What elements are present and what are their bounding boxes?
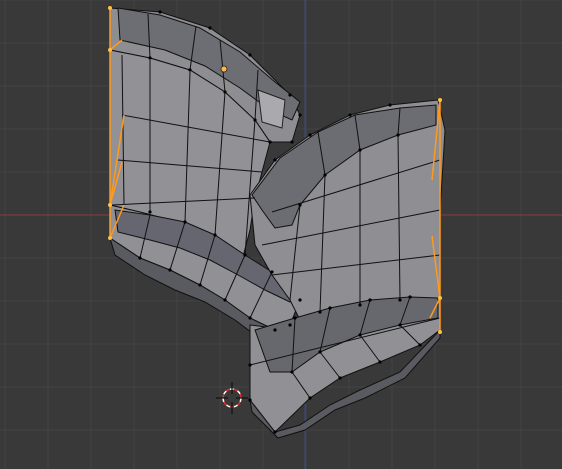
mesh-vertex[interactable] [290, 370, 294, 374]
selected-vertex[interactable] [108, 6, 112, 10]
mesh-vertex[interactable] [378, 360, 382, 364]
mesh-vertex[interactable] [213, 233, 217, 237]
mesh-vertex[interactable] [398, 323, 402, 327]
mesh-vertex[interactable] [248, 53, 252, 57]
mesh-vertex[interactable] [248, 363, 252, 367]
mesh-vertex[interactable] [288, 93, 292, 97]
mesh-vertex[interactable] [358, 333, 362, 337]
mesh-vertex[interactable] [268, 140, 272, 144]
mesh-vertex[interactable] [358, 148, 362, 152]
mesh-vertex[interactable] [293, 316, 297, 320]
mesh-vertex[interactable] [396, 133, 400, 137]
mesh-vertex[interactable] [308, 133, 312, 137]
mesh-vertex[interactable] [138, 256, 142, 260]
mesh-vertex[interactable] [418, 343, 422, 347]
mesh-vertex[interactable] [288, 323, 292, 327]
mesh-vertex[interactable] [273, 158, 277, 162]
mesh-vertex[interactable] [148, 56, 152, 60]
mesh-vertex[interactable] [358, 303, 362, 307]
object-origin-icon[interactable] [220, 65, 228, 73]
mesh-vertex[interactable] [318, 310, 322, 314]
mesh-vertex[interactable] [408, 295, 412, 299]
mesh-vertex[interactable] [198, 283, 202, 287]
mesh-vertex[interactable] [270, 270, 274, 274]
mesh-vertex[interactable] [168, 268, 172, 272]
mesh-vertex[interactable] [223, 298, 227, 302]
mesh-vertex[interactable] [398, 298, 402, 302]
mesh-vertex[interactable] [248, 316, 252, 320]
selected-vertex[interactable] [438, 330, 442, 334]
mesh-vertex[interactable] [208, 26, 212, 30]
selected-vertex[interactable] [438, 98, 442, 102]
selected-vertex[interactable] [438, 296, 442, 300]
mesh-vertex[interactable] [273, 328, 277, 332]
mesh-vertex[interactable] [290, 140, 294, 144]
mesh-vertex[interactable] [348, 113, 352, 117]
mesh-vertex[interactable] [188, 68, 192, 72]
mesh-vertex[interactable] [243, 253, 247, 257]
selected-vertex[interactable] [108, 236, 112, 240]
selected-vertex[interactable] [108, 203, 112, 207]
mesh-vertex[interactable] [298, 203, 302, 207]
mesh-vertex[interactable] [388, 103, 392, 107]
viewport-canvas[interactable] [0, 0, 562, 469]
mesh-vertex[interactable] [273, 430, 277, 434]
mesh-vertex[interactable] [318, 350, 322, 354]
mesh-vertex[interactable] [298, 298, 302, 302]
mesh-vertex[interactable] [328, 306, 332, 310]
selected-vertex[interactable] [108, 48, 112, 52]
3d-viewport[interactable] [0, 0, 562, 469]
mesh-vertex[interactable] [158, 10, 162, 14]
mesh-vertex[interactable] [298, 113, 302, 117]
mesh-vertex[interactable] [368, 298, 372, 302]
mesh-vertex[interactable] [223, 90, 227, 94]
mesh-vertex[interactable] [338, 376, 342, 380]
mesh-vertex[interactable] [323, 173, 327, 177]
mesh-vertex[interactable] [248, 398, 252, 402]
mesh-vertex[interactable] [148, 210, 152, 214]
mesh-vertex[interactable] [253, 118, 257, 122]
mesh-vertex[interactable] [183, 220, 187, 224]
mesh-vertex[interactable] [308, 396, 312, 400]
